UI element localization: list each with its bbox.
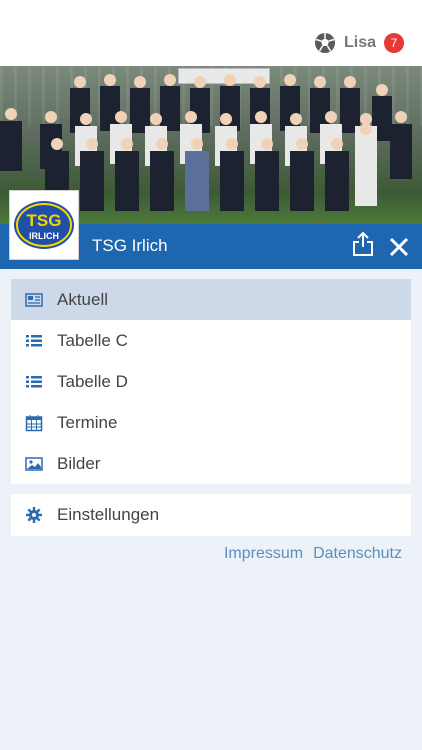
- top-bar: Lisa 7: [0, 0, 422, 66]
- menu-item-bilder[interactable]: Bilder: [11, 443, 411, 484]
- menu-item-label: Tabelle C: [57, 330, 128, 350]
- menu-item-label: Tabelle D: [57, 371, 128, 391]
- list-icon: [26, 334, 42, 346]
- user-profile[interactable]: Lisa 7: [314, 31, 404, 55]
- datenschutz-link[interactable]: Datenschutz: [313, 545, 402, 563]
- logo-text-bottom: IRLICH: [29, 231, 59, 241]
- logo-text-top: TSG: [27, 211, 62, 230]
- menu-item-label: Aktuell: [57, 289, 109, 309]
- list-icon: [26, 375, 42, 387]
- tsg-logo-icon: TSG IRLICH: [14, 201, 74, 249]
- image-icon: [25, 456, 43, 471]
- impressum-link[interactable]: Impressum: [224, 545, 303, 563]
- soccer-ball-icon: [314, 33, 335, 53]
- menu-item-tabelle-c[interactable]: Tabelle C: [11, 320, 411, 361]
- settings-item[interactable]: Einstellungen: [11, 494, 411, 536]
- menu-item-termine[interactable]: Termine: [11, 402, 411, 443]
- calendar-icon: [25, 414, 43, 431]
- share-icon[interactable]: [351, 231, 375, 257]
- user-name: Lisa: [343, 34, 376, 51]
- menu-item-label: Bilder: [57, 453, 101, 473]
- settings-label: Einstellungen: [57, 505, 160, 524]
- main-menu: Aktuell Tabelle C Tabelle D Termine Bild…: [11, 279, 411, 484]
- notification-badge[interactable]: 7: [384, 33, 404, 53]
- newspaper-icon: [25, 292, 43, 307]
- menu-item-tabelle-d[interactable]: Tabelle D: [11, 361, 411, 402]
- club-logo: TSG IRLICH: [9, 190, 79, 260]
- club-name: TSG Irlich: [92, 236, 168, 255]
- footer-links: Impressum Datenschutz: [224, 545, 402, 563]
- menu-item-aktuell[interactable]: Aktuell: [11, 279, 411, 320]
- close-icon[interactable]: [388, 236, 410, 258]
- menu-item-label: Termine: [57, 412, 118, 432]
- gear-icon: [26, 507, 42, 523]
